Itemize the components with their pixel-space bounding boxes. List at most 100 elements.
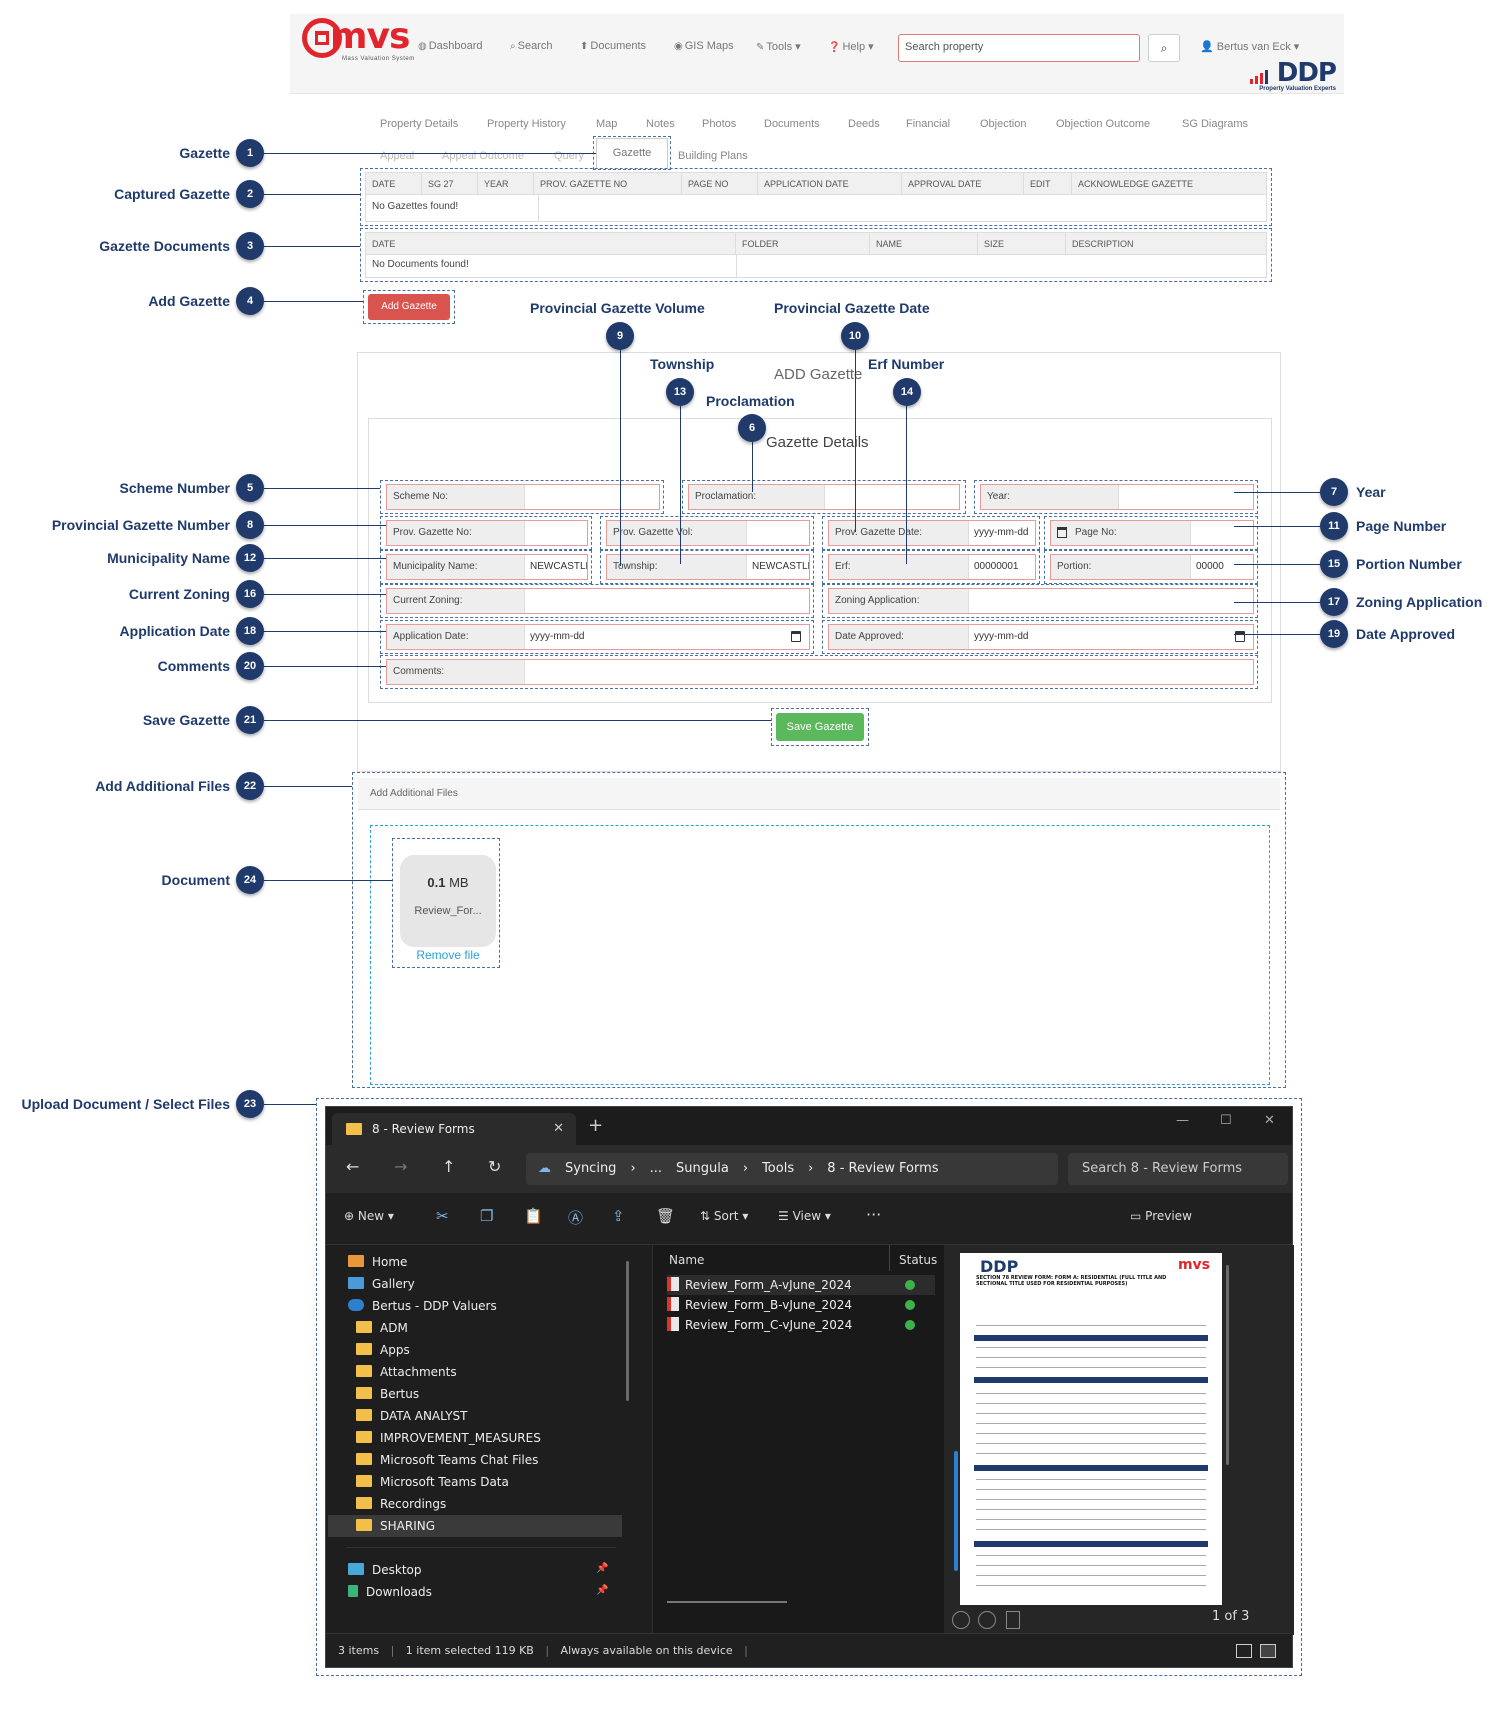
back-arrow-icon[interactable]: ← bbox=[346, 1157, 359, 1176]
add-gazette-button[interactable]: Add Gazette bbox=[368, 294, 450, 320]
tab-appeal-outcome[interactable]: Appeal Outcome bbox=[442, 150, 524, 162]
nav-folder[interactable]: IMPROVEMENT_MEASURES bbox=[356, 1427, 541, 1449]
file-row[interactable]: Review_Form_B-vJune_2024 bbox=[667, 1295, 935, 1315]
file-row[interactable]: Review_Form_A-vJune_2024 bbox=[667, 1275, 935, 1295]
page-no-field[interactable]: Page No: bbox=[1050, 520, 1254, 546]
nav-onedrive[interactable]: Bertus - DDP Valuers bbox=[348, 1295, 497, 1317]
prov-gazette-vol-field[interactable]: Prov. Gazette Vol: bbox=[606, 520, 810, 546]
tab-deeds[interactable]: Deeds bbox=[848, 118, 880, 130]
maximize-icon[interactable]: ☐ bbox=[1220, 1113, 1232, 1128]
column-name[interactable]: Name bbox=[669, 1253, 704, 1267]
current-zoning-field[interactable]: Current Zoning: bbox=[386, 588, 810, 614]
tiles-view-icon[interactable] bbox=[1260, 1644, 1276, 1658]
nav-folder[interactable]: Microsoft Teams Data bbox=[356, 1471, 509, 1493]
property-search-button[interactable]: ⌕ bbox=[1148, 34, 1180, 62]
comments-field[interactable]: Comments: bbox=[386, 659, 1254, 685]
nav-gis-maps[interactable]: ◉ GIS Maps bbox=[674, 40, 734, 52]
nav-folder[interactable]: Apps bbox=[356, 1339, 410, 1361]
nav-desktop[interactable]: Desktop bbox=[348, 1559, 422, 1581]
tab-objection-outcome[interactable]: Objection Outcome bbox=[1056, 118, 1150, 130]
rename-icon[interactable]: Ⓐ bbox=[568, 1207, 583, 1228]
save-gazette-button[interactable]: Save Gazette bbox=[776, 713, 864, 741]
nav-downloads[interactable]: Downloads bbox=[348, 1581, 432, 1603]
date-approved-field[interactable]: Date Approved: yyyy-mm-dd bbox=[828, 624, 1254, 650]
tab-appeal[interactable]: Appeal bbox=[380, 150, 414, 162]
cut-icon[interactable]: ✂ bbox=[436, 1207, 449, 1225]
calendar-icon[interactable] bbox=[1235, 631, 1245, 642]
nav-tools[interactable]: ✎ Tools ▾ bbox=[756, 40, 801, 53]
close-window-icon[interactable]: ✕ bbox=[1264, 1113, 1275, 1128]
scrollbar[interactable] bbox=[626, 1261, 629, 1401]
tab-property-history[interactable]: Property History bbox=[487, 118, 566, 130]
tab-property-details[interactable]: Property Details bbox=[380, 118, 458, 130]
tab-map[interactable]: Map bbox=[596, 118, 617, 130]
portion-field[interactable]: Portion: 00000 bbox=[1050, 554, 1254, 580]
nav-folder[interactable]: Bertus bbox=[356, 1383, 419, 1405]
nav-folder[interactable]: ADM bbox=[356, 1317, 408, 1339]
tab-financial[interactable]: Financial bbox=[906, 118, 950, 130]
prov-gazette-date-field[interactable]: Prov. Gazette Date: yyyy-mm-dd bbox=[828, 520, 1036, 546]
township-field[interactable]: Township: NEWCASTLE bbox=[606, 554, 810, 580]
new-tab-icon[interactable]: + bbox=[588, 1115, 603, 1136]
close-tab-icon[interactable]: ✕ bbox=[553, 1113, 564, 1145]
tab-photos[interactable]: Photos bbox=[702, 118, 736, 130]
mvs-logo[interactable]: mvs Mass Valuation System bbox=[302, 16, 414, 64]
page-icon[interactable] bbox=[1006, 1611, 1020, 1629]
erf-field[interactable]: Erf: 00000001 bbox=[828, 554, 1036, 580]
share-icon[interactable]: ⇪ bbox=[612, 1207, 625, 1225]
uploaded-document-card[interactable]: 0.1 MB Review_For... bbox=[400, 855, 496, 947]
scheme-no-field[interactable]: Scheme No: bbox=[386, 484, 660, 510]
nav-dashboard[interactable]: ◍ Dashboard bbox=[418, 40, 483, 52]
delete-icon[interactable]: 🗑 bbox=[656, 1207, 675, 1225]
calendar-icon[interactable] bbox=[791, 631, 801, 642]
preview-vertical-scrollbar[interactable] bbox=[1226, 1265, 1229, 1465]
municipality-name-field[interactable]: Municipality Name: NEWCASTLE bbox=[386, 554, 588, 580]
tab-sg-diagrams[interactable]: SG Diagrams bbox=[1182, 118, 1248, 130]
year-field[interactable]: Year: bbox=[980, 484, 1254, 510]
paste-icon[interactable]: 📋 bbox=[524, 1207, 543, 1225]
up-arrow-icon[interactable]: ↑ bbox=[442, 1157, 455, 1176]
prov-gazette-no-field[interactable]: Prov. Gazette No: bbox=[386, 520, 588, 546]
breadcrumb-path[interactable]: ☁ Syncing ›... Sungula › Tools › 8 - Review For… bbox=[526, 1153, 1058, 1185]
forward-arrow-icon[interactable]: → bbox=[394, 1157, 407, 1176]
file-row[interactable]: Review_Form_C-vJune_2024 bbox=[667, 1315, 935, 1335]
zoning-application-field[interactable]: Zoning Application: bbox=[828, 588, 1254, 614]
nav-folder[interactable]: Recordings bbox=[356, 1493, 446, 1515]
tab-documents[interactable]: Documents bbox=[764, 118, 820, 130]
user-menu[interactable]: 👤 Bertus van Eck ▾ bbox=[1200, 40, 1299, 53]
refresh-icon[interactable]: ↻ bbox=[488, 1157, 501, 1176]
page-down-icon[interactable] bbox=[978, 1611, 996, 1629]
nav-folder-selected[interactable]: SHARING bbox=[328, 1515, 622, 1537]
new-button[interactable]: ⊕ New ▾ bbox=[344, 1209, 394, 1223]
property-search-input[interactable]: Search property bbox=[898, 34, 1140, 62]
tab-objection[interactable]: Objection bbox=[980, 118, 1026, 130]
nav-home[interactable]: Home bbox=[348, 1251, 407, 1273]
file-dropzone[interactable] bbox=[370, 825, 1270, 1085]
preview-button[interactable]: ▭ Preview bbox=[1130, 1209, 1192, 1223]
details-view-icon[interactable] bbox=[1236, 1644, 1252, 1658]
view-button[interactable]: ☰ View ▾ bbox=[778, 1209, 831, 1223]
preview-scrollbar[interactable] bbox=[954, 1451, 958, 1571]
nav-folder[interactable]: Attachments bbox=[356, 1361, 457, 1383]
minimize-icon[interactable]: — bbox=[1176, 1113, 1189, 1128]
horizontal-scrollbar[interactable] bbox=[667, 1601, 787, 1603]
tab-notes[interactable]: Notes bbox=[646, 118, 675, 130]
page-up-icon[interactable] bbox=[952, 1611, 970, 1629]
application-date-field[interactable]: Application Date: yyyy-mm-dd bbox=[386, 624, 810, 650]
tab-query[interactable]: Query bbox=[554, 150, 584, 162]
more-options-icon[interactable]: ··· bbox=[866, 1205, 881, 1224]
remove-file-link[interactable]: Remove file bbox=[400, 948, 496, 962]
tab-building-plans[interactable]: Building Plans bbox=[678, 150, 748, 162]
explorer-search-input[interactable]: Search 8 - Review Forms bbox=[1068, 1153, 1288, 1185]
sort-button[interactable]: ⇅ Sort ▾ bbox=[700, 1209, 748, 1223]
nav-folder[interactable]: DATA ANALYST bbox=[356, 1405, 468, 1427]
proclamation-field[interactable]: Proclamation: bbox=[688, 484, 960, 510]
copy-icon[interactable]: ❐ bbox=[480, 1207, 493, 1225]
nav-gallery[interactable]: Gallery bbox=[348, 1273, 415, 1295]
explorer-tab[interactable]: 8 - Review Forms ✕ bbox=[332, 1113, 576, 1145]
nav-folder[interactable]: Microsoft Teams Chat Files bbox=[356, 1449, 538, 1471]
column-status[interactable]: Status bbox=[899, 1253, 937, 1267]
nav-documents[interactable]: ⬆ Documents bbox=[580, 40, 646, 52]
nav-help[interactable]: ❓ Help ▾ bbox=[828, 40, 874, 53]
nav-search[interactable]: ⌕ Search bbox=[510, 40, 552, 52]
